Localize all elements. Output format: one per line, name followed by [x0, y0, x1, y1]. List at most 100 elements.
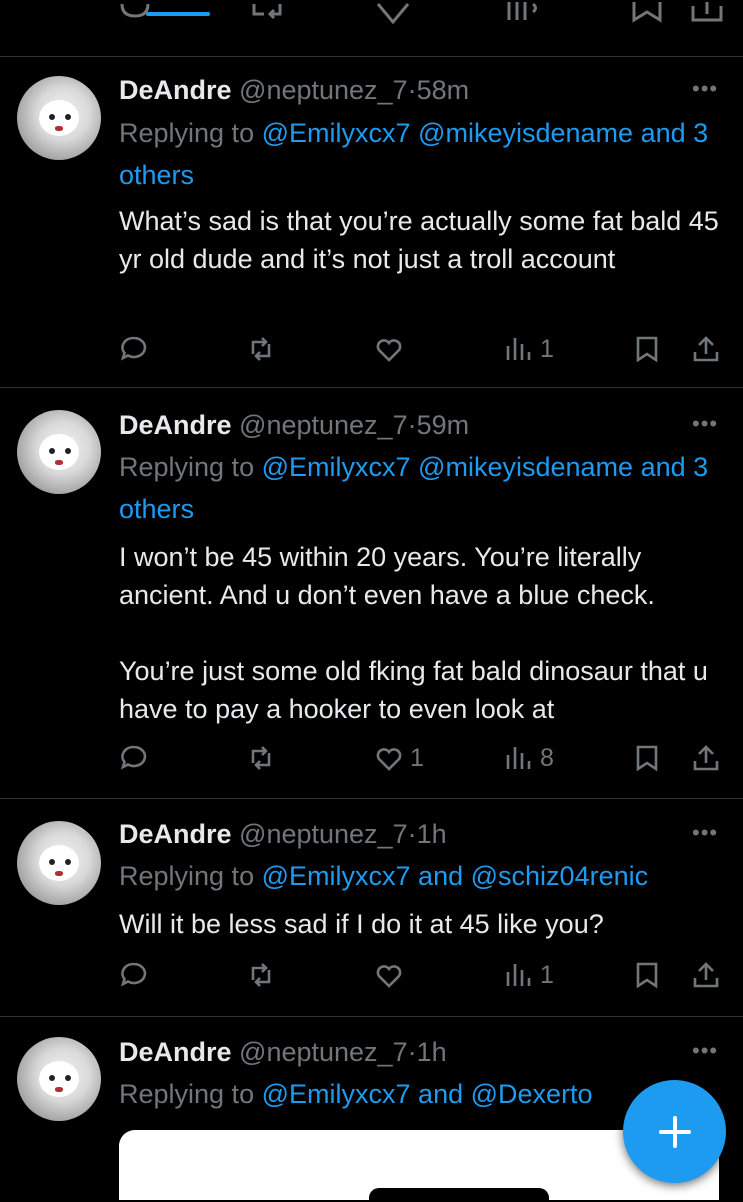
repost-icon[interactable]	[250, 2, 284, 24]
like-button[interactable]	[374, 329, 410, 369]
tweet-text: I won’t be 45 within 20 years. You’re li…	[119, 542, 708, 724]
mention-link[interactable]: @Emilyxcx7	[262, 1079, 411, 1109]
tweet-actions: 1 8	[119, 738, 729, 778]
tweet-header: DeAndre @neptunez_7·1h	[119, 1035, 447, 1069]
conjunction: and	[418, 861, 464, 891]
reply-button[interactable]	[119, 738, 149, 778]
tweet[interactable]: DeAndre @neptunez_7·1h ••• Replying to @…	[0, 799, 743, 1017]
like-icon	[376, 748, 402, 771]
replying-prefix: Replying to	[119, 1079, 255, 1109]
separator: ·	[407, 819, 417, 849]
views-button[interactable]: 1	[504, 329, 554, 369]
more-icon[interactable]: •••	[692, 413, 718, 435]
user-handle[interactable]: @neptunez_7	[239, 1037, 408, 1067]
repost-icon	[251, 337, 271, 361]
timestamp[interactable]: 59m	[417, 410, 470, 440]
share-button[interactable]	[691, 955, 721, 995]
share-icon	[693, 962, 719, 988]
replying-to: Replying to @Emilyxcx7 and @schiz04renic	[119, 855, 729, 897]
timestamp[interactable]: 1h	[417, 819, 447, 849]
reply-icon	[120, 962, 147, 987]
avatar[interactable]	[17, 1037, 101, 1121]
repost-button[interactable]	[246, 329, 276, 369]
bookmark-icon[interactable]	[630, 2, 664, 24]
display-name[interactable]: DeAndre	[119, 410, 232, 440]
bookmark-icon	[636, 336, 658, 363]
views-icon	[506, 338, 531, 360]
tweet-header: DeAndre @neptunez_7·1h	[119, 817, 447, 851]
user-handle[interactable]: @neptunez_7	[239, 410, 408, 440]
more-icon[interactable]: •••	[692, 1040, 718, 1062]
views-button[interactable]: 8	[504, 738, 554, 778]
tweet-header: DeAndre @neptunez_7·59m	[119, 408, 469, 442]
share-icon	[693, 336, 719, 362]
mention-link[interactable]: @mikeyisdename	[418, 452, 633, 482]
reply-icon[interactable]	[118, 2, 152, 24]
compose-button[interactable]	[623, 1080, 726, 1183]
tweet-actions: 1	[119, 955, 729, 995]
like-icon	[376, 339, 402, 362]
mention-link[interactable]: @Emilyxcx7	[262, 118, 411, 148]
views-count: 1	[540, 960, 554, 989]
like-button[interactable]	[374, 955, 410, 995]
reply-icon	[120, 336, 147, 361]
views-count: 8	[540, 743, 554, 772]
views-icon	[506, 747, 531, 769]
mention-link[interactable]: @Dexerto	[471, 1079, 593, 1109]
user-handle[interactable]: @neptunez_7	[239, 819, 408, 849]
like-icon[interactable]	[376, 2, 410, 24]
mention-link[interactable]: @Emilyxcx7	[262, 861, 411, 891]
views-count: 1	[540, 334, 554, 363]
bookmark-icon	[636, 962, 658, 989]
plus-icon	[658, 1115, 691, 1148]
conjunction: and	[418, 1079, 464, 1109]
tweet[interactable]: DeAndre @neptunez_7·58m ••• Replying to …	[0, 57, 743, 388]
display-name[interactable]: DeAndre	[119, 1037, 232, 1067]
reply-icon	[120, 745, 147, 770]
like-icon	[376, 965, 402, 988]
replying-prefix: Replying to	[119, 452, 255, 482]
reply-button[interactable]	[119, 329, 149, 369]
repost-icon	[251, 963, 271, 987]
mention-link[interactable]: @schiz04renic	[471, 861, 648, 891]
separator: ·	[407, 410, 417, 440]
timestamp[interactable]: 58m	[417, 75, 470, 105]
share-button[interactable]	[691, 738, 721, 778]
display-name[interactable]: DeAndre	[119, 75, 232, 105]
repost-button[interactable]	[246, 738, 276, 778]
more-icon[interactable]: •••	[692, 822, 718, 844]
replying-prefix: Replying to	[119, 118, 255, 148]
tab-indicator	[146, 12, 210, 16]
repost-button[interactable]	[246, 955, 276, 995]
views-icon	[506, 964, 531, 986]
views-icon[interactable]	[506, 2, 540, 24]
tweet[interactable]: DeAndre @neptunez_7·59m ••• Replying to …	[0, 388, 743, 799]
like-button[interactable]: 1	[374, 738, 424, 778]
share-button[interactable]	[691, 329, 721, 369]
tweet-text: Will it be less sad if I do it at 45 lik…	[119, 909, 604, 939]
repost-icon	[251, 746, 271, 770]
more-icon[interactable]: •••	[692, 78, 718, 100]
bookmark-button[interactable]	[632, 955, 662, 995]
tweet-text: What’s sad is that you’re actually some …	[119, 206, 719, 274]
bookmark-button[interactable]	[632, 329, 662, 369]
share-icon[interactable]	[690, 2, 724, 24]
separator: ·	[407, 75, 417, 105]
display-name[interactable]: DeAndre	[119, 819, 232, 849]
like-count: 1	[410, 743, 424, 772]
user-handle[interactable]: @neptunez_7	[239, 75, 408, 105]
previous-tweet-actions	[0, 0, 743, 57]
avatar[interactable]	[17, 821, 101, 905]
views-button[interactable]: 1	[504, 955, 554, 995]
mention-link[interactable]: @mikeyisdename	[418, 118, 633, 148]
avatar[interactable]	[17, 76, 101, 160]
tweet-header: DeAndre @neptunez_7·58m	[119, 73, 469, 107]
bookmark-button[interactable]	[632, 738, 662, 778]
mention-link[interactable]: @Emilyxcx7	[262, 452, 411, 482]
avatar[interactable]	[17, 410, 101, 494]
conjunction: and	[640, 452, 686, 482]
replying-to: Replying to @Emilyxcx7 @mikeyisdename an…	[119, 112, 729, 196]
timestamp[interactable]: 1h	[417, 1037, 447, 1067]
replying-prefix: Replying to	[119, 861, 255, 891]
reply-button[interactable]	[119, 955, 149, 995]
